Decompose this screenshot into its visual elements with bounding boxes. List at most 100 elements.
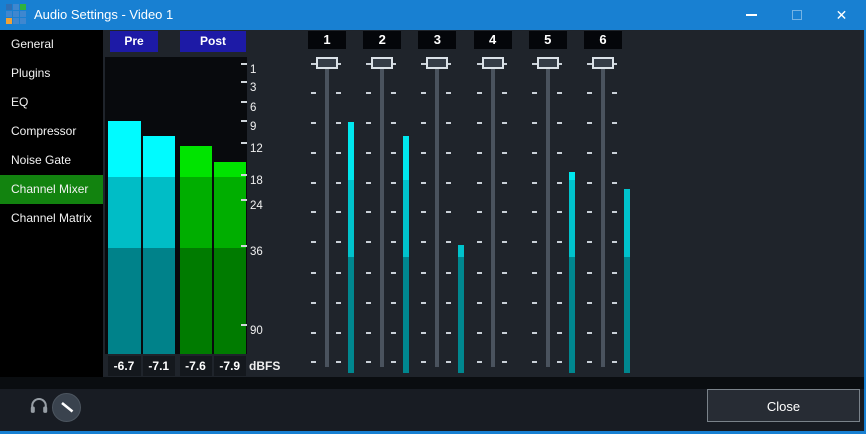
close-window-button[interactable]: ✕: [819, 0, 864, 30]
fader-tick: [612, 302, 617, 304]
fader-tick: [311, 211, 316, 213]
fader-tick: [502, 361, 507, 363]
fader-tick: [587, 272, 592, 274]
fader-tick: [477, 182, 482, 184]
fader-tick: [587, 332, 592, 334]
fader-tick: [477, 92, 482, 94]
fader-tick: [612, 272, 617, 274]
audio-settings-window: Audio Settings - Video 1 ✕ GeneralPlugin…: [0, 0, 866, 434]
fader-tick: [557, 302, 562, 304]
fader-tick: [477, 332, 482, 334]
fader-tick: [446, 361, 451, 363]
fader-tick: [532, 332, 537, 334]
fader-tick: [502, 152, 507, 154]
fader-tick: [502, 92, 507, 94]
fader-handle-3[interactable]: [426, 57, 448, 69]
fader-tick: [421, 122, 426, 124]
headphones-icon[interactable]: [29, 396, 49, 416]
fader-tick: [502, 122, 507, 124]
scale-label: 18: [250, 173, 263, 189]
fader-tick: [421, 302, 426, 304]
close-button[interactable]: Close: [707, 389, 860, 422]
fader-tick: [446, 302, 451, 304]
fader-tick: [421, 361, 426, 363]
fader-tick: [477, 122, 482, 124]
fader-tick: [366, 152, 371, 154]
fader-track-6[interactable]: [601, 60, 605, 367]
logo-cell: [20, 18, 26, 24]
fader-track-5[interactable]: [546, 60, 550, 367]
fader-tick: [532, 302, 537, 304]
fader-tick: [336, 152, 341, 154]
fader-tick: [612, 152, 617, 154]
fader-track-2[interactable]: [380, 60, 384, 367]
fader-track-1[interactable]: [325, 60, 329, 367]
channel-number-1: 1: [308, 31, 346, 49]
knob-indicator-icon: [53, 394, 80, 421]
logo-cell: [6, 18, 12, 24]
post-meter-button[interactable]: Post: [180, 31, 246, 52]
fader-tick: [612, 361, 617, 363]
fader-tick: [532, 211, 537, 213]
fader-tick: [421, 332, 426, 334]
headphone-volume-knob[interactable]: [52, 393, 81, 422]
fader-tick: [336, 302, 341, 304]
fader-tick: [502, 241, 507, 243]
fader-tick: [557, 272, 562, 274]
fader-tick: [311, 272, 316, 274]
scale-label: 1: [250, 62, 256, 78]
fader-track-3[interactable]: [435, 60, 439, 367]
maximize-icon: [792, 10, 802, 20]
channel-level-meter-6: [624, 189, 630, 373]
fader-tick: [532, 272, 537, 274]
sidebar-item-general[interactable]: General: [0, 30, 103, 59]
post-level-readout: -7.9: [214, 356, 247, 376]
channel-number-3: 3: [418, 31, 456, 49]
pre-meter-button[interactable]: Pre: [110, 31, 158, 52]
scale-label: 36: [250, 244, 263, 260]
sidebar-item-eq[interactable]: EQ: [0, 88, 103, 117]
sidebar-item-channel-matrix[interactable]: Channel Matrix: [0, 204, 103, 233]
fader-tick: [336, 92, 341, 94]
sidebar-item-compressor[interactable]: Compressor: [0, 117, 103, 146]
fader-tick: [557, 182, 562, 184]
fader-tick: [366, 241, 371, 243]
fader-handle-4[interactable]: [482, 57, 504, 69]
fader-tick: [421, 241, 426, 243]
fader-tick: [477, 361, 482, 363]
fader-handle-5[interactable]: [537, 57, 559, 69]
fader-tick: [587, 302, 592, 304]
minimize-button[interactable]: [729, 0, 774, 30]
channel-level-meter-5: [569, 172, 575, 373]
maximize-button[interactable]: [774, 0, 819, 30]
fader-tick: [557, 361, 562, 363]
channel-level-meter-1: [348, 122, 354, 373]
fader-tick: [612, 182, 617, 184]
fader-tick: [557, 332, 562, 334]
logo-cell: [6, 4, 12, 10]
fader-tick: [477, 241, 482, 243]
fader-handle-1[interactable]: [316, 57, 338, 69]
channel-number-5: 5: [529, 31, 567, 49]
sidebar-item-noise-gate[interactable]: Noise Gate: [0, 146, 103, 175]
fader-handle-6[interactable]: [592, 57, 614, 69]
fader-tick: [391, 361, 396, 363]
fader-tick: [391, 92, 396, 94]
fader-tick: [557, 211, 562, 213]
fader-tick: [557, 92, 562, 94]
logo-cell: [20, 11, 26, 17]
fader-track-4[interactable]: [491, 60, 495, 367]
fader-handle-2[interactable]: [371, 57, 393, 69]
scale-tick: [241, 120, 247, 122]
post-level-readout: -7.6: [180, 356, 212, 376]
sidebar-item-channel-mixer[interactable]: Channel Mixer: [0, 175, 103, 204]
fader-tick: [587, 182, 592, 184]
fader-tick: [421, 152, 426, 154]
logo-cell: [13, 11, 19, 17]
pre-level-meter-bar: [108, 121, 141, 354]
fader-tick: [557, 122, 562, 124]
logo-cell: [13, 18, 19, 24]
pre-level-readout: -6.7: [108, 356, 141, 376]
sidebar-item-plugins[interactable]: Plugins: [0, 59, 103, 88]
fader-tick: [311, 122, 316, 124]
